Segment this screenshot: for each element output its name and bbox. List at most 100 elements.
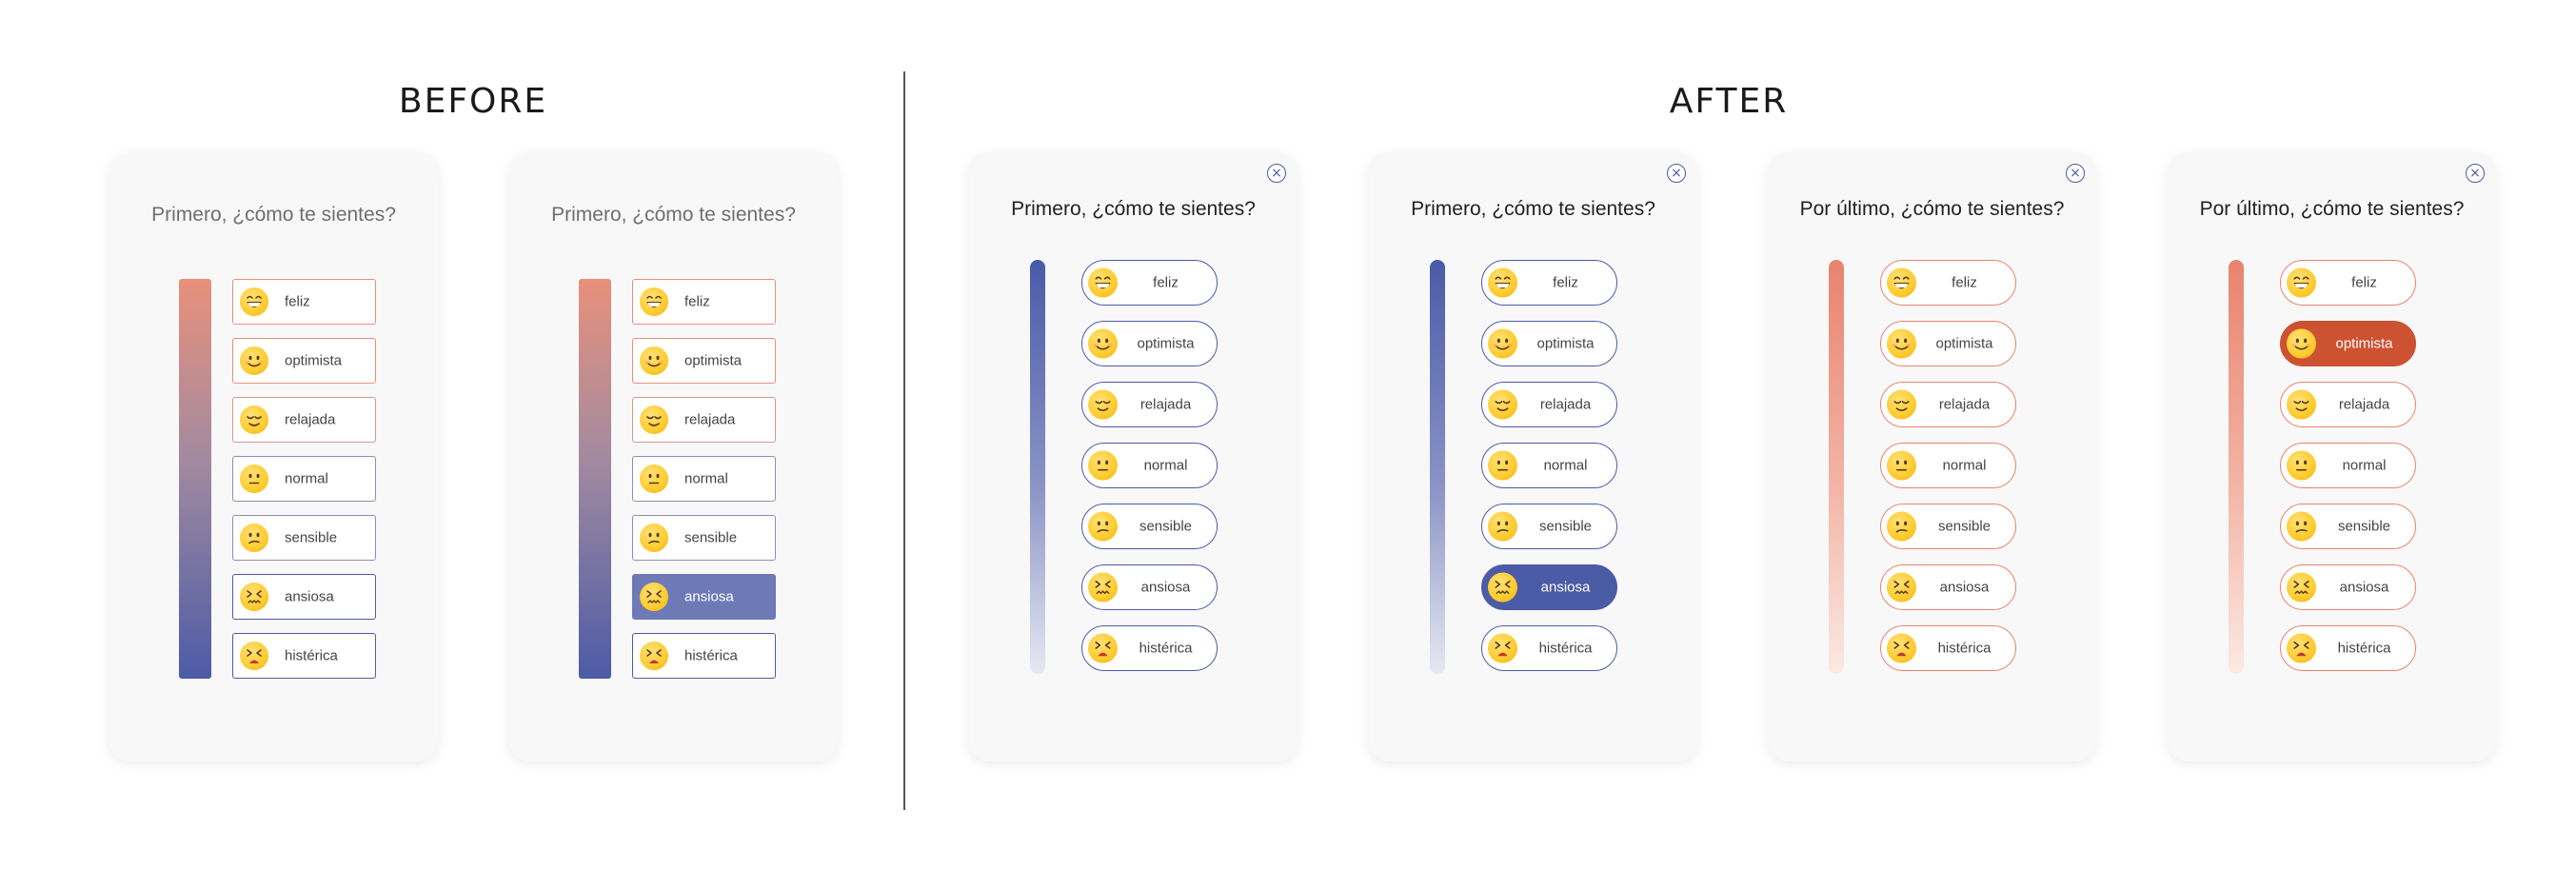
mood-option-feliz[interactable]: feliz bbox=[1880, 260, 2016, 306]
mood-option-relajada[interactable]: relajada bbox=[1081, 382, 1218, 427]
mood-option-label: optimista bbox=[285, 352, 343, 369]
mood-option-sensible[interactable]: sensible bbox=[1081, 504, 1218, 549]
mood-option-label: sensible bbox=[1538, 518, 1593, 535]
mood-option-label: normal bbox=[1543, 457, 1588, 474]
mood-option-feliz[interactable]: feliz bbox=[1081, 260, 1218, 306]
mood-option-relajada[interactable]: relajada bbox=[232, 397, 376, 443]
grinning-face-icon bbox=[1887, 267, 1916, 298]
smiling-face-icon bbox=[240, 346, 268, 375]
mood-option-label: optimista bbox=[1137, 335, 1195, 352]
mood-option-optimista[interactable]: optimista bbox=[232, 338, 376, 384]
angry-face-icon bbox=[1088, 633, 1118, 663]
mood-option-normal[interactable]: normal bbox=[1081, 443, 1218, 488]
mood-gradient-bar bbox=[2229, 260, 2244, 674]
mood-option-feliz[interactable]: feliz bbox=[2280, 260, 2416, 306]
grinning-face-icon bbox=[1488, 267, 1517, 298]
mood-option-label: feliz bbox=[684, 293, 710, 310]
mood-option-label: histérica bbox=[1538, 640, 1593, 657]
mood-card: × Por último, ¿cómo te sientes? feliz optim… bbox=[1768, 152, 2096, 761]
mood-option-label: ansiosa bbox=[1140, 579, 1191, 596]
mood-option-ansiosa[interactable]: ansiosa bbox=[632, 574, 776, 620]
mood-option-feliz[interactable]: feliz bbox=[1481, 260, 1617, 306]
mood-option-optimista[interactable]: optimista bbox=[2280, 321, 2416, 366]
mood-option-histérica[interactable]: histérica bbox=[1081, 625, 1218, 671]
mood-card: × Por último, ¿cómo te sientes? feliz optim… bbox=[2168, 152, 2496, 761]
mood-option-label: feliz bbox=[1153, 274, 1179, 291]
mood-option-histérica[interactable]: histérica bbox=[2280, 625, 2416, 671]
mood-option-optimista[interactable]: optimista bbox=[1481, 321, 1617, 366]
mood-option-histérica[interactable]: histérica bbox=[232, 633, 376, 679]
grinning-face-icon bbox=[640, 287, 668, 316]
mood-option-optimista[interactable]: optimista bbox=[1081, 321, 1218, 366]
mood-option-sensible[interactable]: sensible bbox=[2280, 504, 2416, 549]
mood-card: Primero, ¿cómo te sientes? feliz optimista… bbox=[109, 152, 438, 761]
question-title: Primero, ¿cómo te sientes? bbox=[551, 204, 796, 226]
mood-option-ansiosa[interactable]: ansiosa bbox=[232, 574, 376, 620]
angry-face-icon bbox=[640, 642, 668, 670]
mood-option-label: sensible bbox=[1139, 518, 1193, 535]
mood-option-label: optimista bbox=[1935, 335, 1993, 352]
mood-option-histérica[interactable]: histérica bbox=[1880, 625, 2016, 671]
angry-face-icon bbox=[1488, 633, 1517, 663]
mood-option-ansiosa[interactable]: ansiosa bbox=[1880, 564, 2016, 610]
mood-option-label: feliz bbox=[2351, 274, 2377, 291]
close-icon[interactable]: × bbox=[2066, 164, 2085, 183]
mood-option-normal[interactable]: normal bbox=[232, 456, 376, 502]
mood-option-ansiosa[interactable]: ansiosa bbox=[1481, 564, 1617, 610]
angry-face-icon bbox=[1887, 633, 1916, 663]
mood-option-sensible[interactable]: sensible bbox=[1481, 504, 1617, 549]
mood-option-optimista[interactable]: optimista bbox=[1880, 321, 2016, 366]
mood-option-label: histérica bbox=[2337, 640, 2391, 657]
confused-face-icon bbox=[2287, 511, 2316, 542]
confused-face-icon bbox=[1088, 511, 1118, 542]
close-icon[interactable]: × bbox=[2466, 164, 2485, 183]
mood-gradient-bar bbox=[1430, 260, 1445, 674]
mood-option-sensible[interactable]: sensible bbox=[1880, 504, 2016, 549]
mood-option-feliz[interactable]: feliz bbox=[632, 279, 776, 325]
close-icon[interactable]: × bbox=[1667, 164, 1686, 183]
mood-option-normal[interactable]: normal bbox=[1481, 443, 1617, 488]
confounded-face-icon bbox=[1488, 572, 1517, 603]
mood-option-label: normal bbox=[285, 470, 328, 487]
mood-option-label: feliz bbox=[285, 293, 310, 310]
mood-card: × Primero, ¿cómo te sientes? feliz optimist… bbox=[1369, 152, 1697, 761]
confounded-face-icon bbox=[2287, 572, 2316, 603]
mood-option-feliz[interactable]: feliz bbox=[232, 279, 376, 325]
mood-option-sensible[interactable]: sensible bbox=[232, 515, 376, 561]
mood-option-relajada[interactable]: relajada bbox=[1481, 382, 1617, 427]
mood-option-label: relajada bbox=[2338, 396, 2390, 413]
mood-option-normal[interactable]: normal bbox=[632, 456, 776, 502]
mood-option-normal[interactable]: normal bbox=[2280, 443, 2416, 488]
before-heading: BEFORE bbox=[398, 82, 548, 121]
mood-option-label: ansiosa bbox=[684, 588, 734, 605]
mood-option-relajada[interactable]: relajada bbox=[632, 397, 776, 443]
question-title: Primero, ¿cómo te sientes? bbox=[1011, 198, 1256, 220]
mood-option-histérica[interactable]: histérica bbox=[632, 633, 776, 679]
mood-gradient-bar bbox=[1829, 260, 1844, 674]
confused-face-icon bbox=[1887, 511, 1916, 542]
mood-option-histérica[interactable]: histérica bbox=[1481, 625, 1617, 671]
mood-option-label: sensible bbox=[285, 529, 338, 546]
relieved-face-icon bbox=[1488, 389, 1517, 420]
mood-option-sensible[interactable]: sensible bbox=[632, 515, 776, 561]
mood-option-relajada[interactable]: relajada bbox=[1880, 382, 2016, 427]
section-divider bbox=[903, 71, 905, 810]
mood-option-label: relajada bbox=[1139, 396, 1192, 413]
neutral-face-icon bbox=[640, 465, 668, 493]
mood-option-normal[interactable]: normal bbox=[1880, 443, 2016, 488]
mood-option-ansiosa[interactable]: ansiosa bbox=[2280, 564, 2416, 610]
mood-card: Primero, ¿cómo te sientes? feliz optimista… bbox=[509, 152, 838, 761]
mood-option-relajada[interactable]: relajada bbox=[2280, 382, 2416, 427]
mood-option-label: normal bbox=[1942, 457, 1987, 474]
close-icon[interactable]: × bbox=[1267, 164, 1286, 183]
mood-option-optimista[interactable]: optimista bbox=[632, 338, 776, 384]
mood-option-label: sensible bbox=[2337, 518, 2391, 535]
mood-option-label: normal bbox=[2342, 457, 2387, 474]
smiling-face-icon bbox=[640, 346, 668, 375]
smiling-face-icon bbox=[1088, 328, 1118, 359]
mood-option-label: relajada bbox=[1539, 396, 1592, 413]
mood-option-label: ansiosa bbox=[285, 588, 334, 605]
mood-option-ansiosa[interactable]: ansiosa bbox=[1081, 564, 1218, 610]
mood-option-label: optimista bbox=[684, 352, 743, 369]
mood-option-label: ansiosa bbox=[1540, 579, 1591, 596]
